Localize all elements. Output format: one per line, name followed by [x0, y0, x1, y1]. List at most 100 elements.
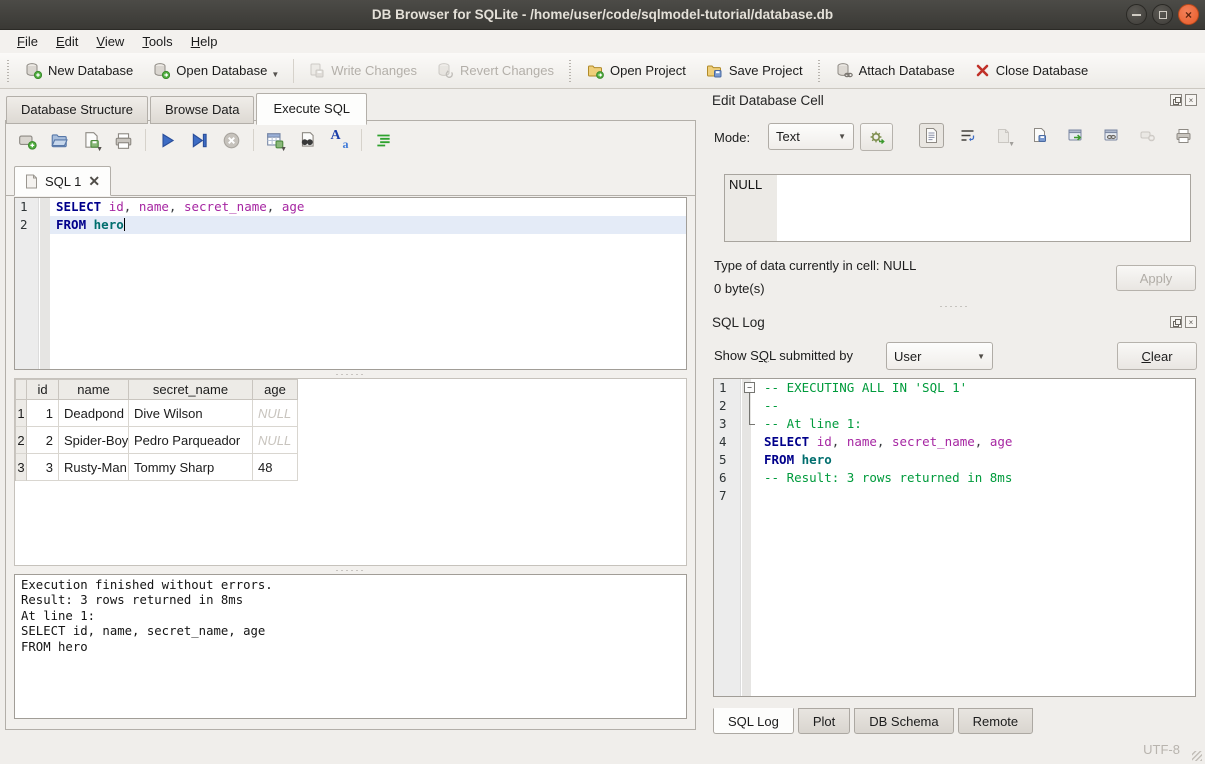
row-number[interactable]: 2 — [16, 427, 27, 454]
clear-log-button[interactable]: Clear — [1117, 342, 1197, 370]
tab-execute-sql[interactable]: Execute SQL — [256, 93, 367, 125]
set-null-button[interactable] — [1135, 123, 1160, 148]
find-replace-button[interactable] — [295, 128, 320, 153]
mode-combobox[interactable]: Text ▼ — [768, 123, 854, 150]
import-data-button[interactable]: ▼ — [991, 123, 1016, 148]
tab-browse-data[interactable]: Browse Data — [150, 96, 254, 124]
auto-completion-button[interactable]: Aa — [327, 128, 352, 153]
close-tab-icon[interactable]: ✕ — [88, 174, 100, 188]
save-project-button[interactable]: Save Project — [696, 57, 813, 84]
cell-id[interactable]: 3 — [27, 454, 59, 481]
close-panel-icon[interactable]: × — [1185, 94, 1197, 106]
menu-help[interactable]: Help — [182, 31, 227, 52]
revert-changes-button[interactable]: Revert Changes — [427, 57, 564, 84]
close-button[interactable]: × — [1178, 4, 1199, 25]
float-panel-icon[interactable] — [1170, 316, 1182, 328]
print-button[interactable] — [111, 128, 136, 153]
toolbar-drag-handle[interactable] — [567, 60, 574, 82]
word-wrap-button[interactable] — [955, 123, 980, 148]
cell-id[interactable]: 2 — [27, 427, 59, 454]
cell-age[interactable]: 48 — [253, 454, 298, 481]
print-cell-button[interactable] — [1171, 123, 1196, 148]
mode-value: Text — [776, 129, 800, 144]
toolbar-drag-handle[interactable] — [816, 60, 823, 82]
copy-url-button[interactable] — [1099, 123, 1124, 148]
dock-tab-remote[interactable]: Remote — [958, 708, 1034, 734]
column-header-id[interactable]: id — [27, 380, 59, 400]
row-number-header[interactable] — [16, 380, 27, 400]
cell-name[interactable]: Spider-Boy — [59, 427, 129, 454]
cell-age[interactable]: NULL — [253, 400, 298, 427]
sql-log-filter-combobox[interactable]: User ▼ — [886, 342, 993, 370]
row-number[interactable]: 1 — [16, 400, 27, 427]
dock-tab-sql-log[interactable]: SQL Log — [713, 708, 794, 734]
splitter-editcell-sqllog[interactable]: ······ — [704, 303, 1205, 310]
edit-cell-panel-title: Edit Database Cell — [712, 93, 824, 108]
column-header-secret-name[interactable]: secret_name — [129, 380, 253, 400]
attach-database-button[interactable]: Attach Database — [826, 57, 965, 84]
sql-document-tab[interactable]: SQL 1 ✕ — [14, 166, 111, 196]
open-project-button[interactable]: Open Project — [577, 57, 696, 84]
menu-file[interactable]: File — [8, 31, 47, 52]
sql-code-editor[interactable]: 1 SELECT id, name, secret_name, age 2 FR… — [14, 197, 687, 370]
menu-view[interactable]: View — [87, 31, 133, 52]
cell-age[interactable]: NULL — [253, 427, 298, 454]
attach-database-icon — [836, 62, 853, 79]
main-tab-bar: Database Structure Browse Data Execute S… — [6, 93, 369, 124]
auto-update-button[interactable] — [860, 123, 893, 151]
column-header-age[interactable]: age — [253, 380, 298, 400]
cell-secret-name[interactable]: Pedro Parqueador — [129, 427, 253, 454]
save-file-dropdown-icon[interactable]: ▼ — [96, 146, 103, 153]
format-sql-button[interactable] — [371, 128, 396, 153]
menu-edit[interactable]: Edit — [47, 31, 87, 52]
float-panel-icon[interactable] — [1170, 94, 1182, 106]
cell-id[interactable]: 1 — [27, 400, 59, 427]
message-line: Result: 3 rows returned in 8ms — [21, 593, 680, 608]
tab-database-structure[interactable]: Database Structure — [6, 96, 148, 124]
new-database-button[interactable]: New Database — [15, 57, 143, 84]
fold-collapse-icon[interactable] — [742, 379, 758, 397]
open-sql-new-tab-button[interactable] — [15, 128, 40, 153]
execute-current-line-button[interactable] — [187, 128, 212, 153]
cell-secret-name[interactable]: Dive Wilson — [129, 400, 253, 427]
open-sql-file-button[interactable] — [47, 128, 72, 153]
splitter-results-message[interactable]: ······ — [6, 567, 695, 574]
close-panel-icon[interactable]: × — [1185, 316, 1197, 328]
message-line: FROM hero — [21, 640, 680, 655]
dock-tab-plot[interactable]: Plot — [798, 708, 850, 734]
cell-name[interactable]: Deadpond — [59, 400, 129, 427]
write-changes-button[interactable]: Write Changes — [298, 57, 427, 84]
maximize-icon — [1159, 11, 1167, 19]
save-sql-file-button[interactable]: ▼ — [79, 128, 104, 153]
minimize-button[interactable] — [1126, 4, 1147, 25]
open-database-dropdown-icon[interactable]: ▼ — [271, 70, 279, 79]
row-number[interactable]: 3 — [16, 454, 27, 481]
stop-button[interactable] — [219, 128, 244, 153]
column-header-name[interactable]: name — [59, 380, 129, 400]
save-results-button[interactable]: ▼ — [263, 128, 288, 153]
save-results-dropdown-icon[interactable]: ▼ — [280, 146, 287, 153]
text-mode-button[interactable] — [919, 123, 944, 148]
new-database-icon — [25, 62, 42, 79]
sql-log-view[interactable]: 1 -- EXECUTING ALL IN 'SQL 1' 2 -- 3 -- … — [713, 378, 1196, 697]
execute-all-button[interactable] — [155, 128, 180, 153]
cell-value-editor[interactable]: NULL — [724, 174, 1191, 242]
toolbar-drag-handle[interactable] — [5, 60, 12, 82]
apply-button[interactable]: Apply — [1116, 265, 1196, 291]
open-external-button[interactable] — [1063, 123, 1088, 148]
export-data-button[interactable] — [1027, 123, 1052, 148]
menu-tools[interactable]: Tools — [133, 31, 181, 52]
maximize-button[interactable] — [1152, 4, 1173, 25]
close-database-button[interactable]: Close Database — [965, 58, 1099, 83]
splitter-editor-results[interactable]: ······ — [6, 371, 695, 378]
log-line: 6 -- Result: 3 rows returned in 8ms — [714, 469, 1195, 487]
text-cursor — [124, 218, 125, 231]
dock-tab-db-schema[interactable]: DB Schema — [854, 708, 953, 734]
open-database-button[interactable]: Open Database ▼ — [143, 57, 289, 84]
cell-secret-name[interactable]: Tommy Sharp — [129, 454, 253, 481]
sql-log-filter-value: User — [894, 349, 921, 364]
resize-grip[interactable] — [1192, 751, 1202, 761]
open-database-icon — [153, 62, 170, 79]
auto-completion-icon: Aa — [331, 131, 349, 149]
cell-name[interactable]: Rusty-Man — [59, 454, 129, 481]
